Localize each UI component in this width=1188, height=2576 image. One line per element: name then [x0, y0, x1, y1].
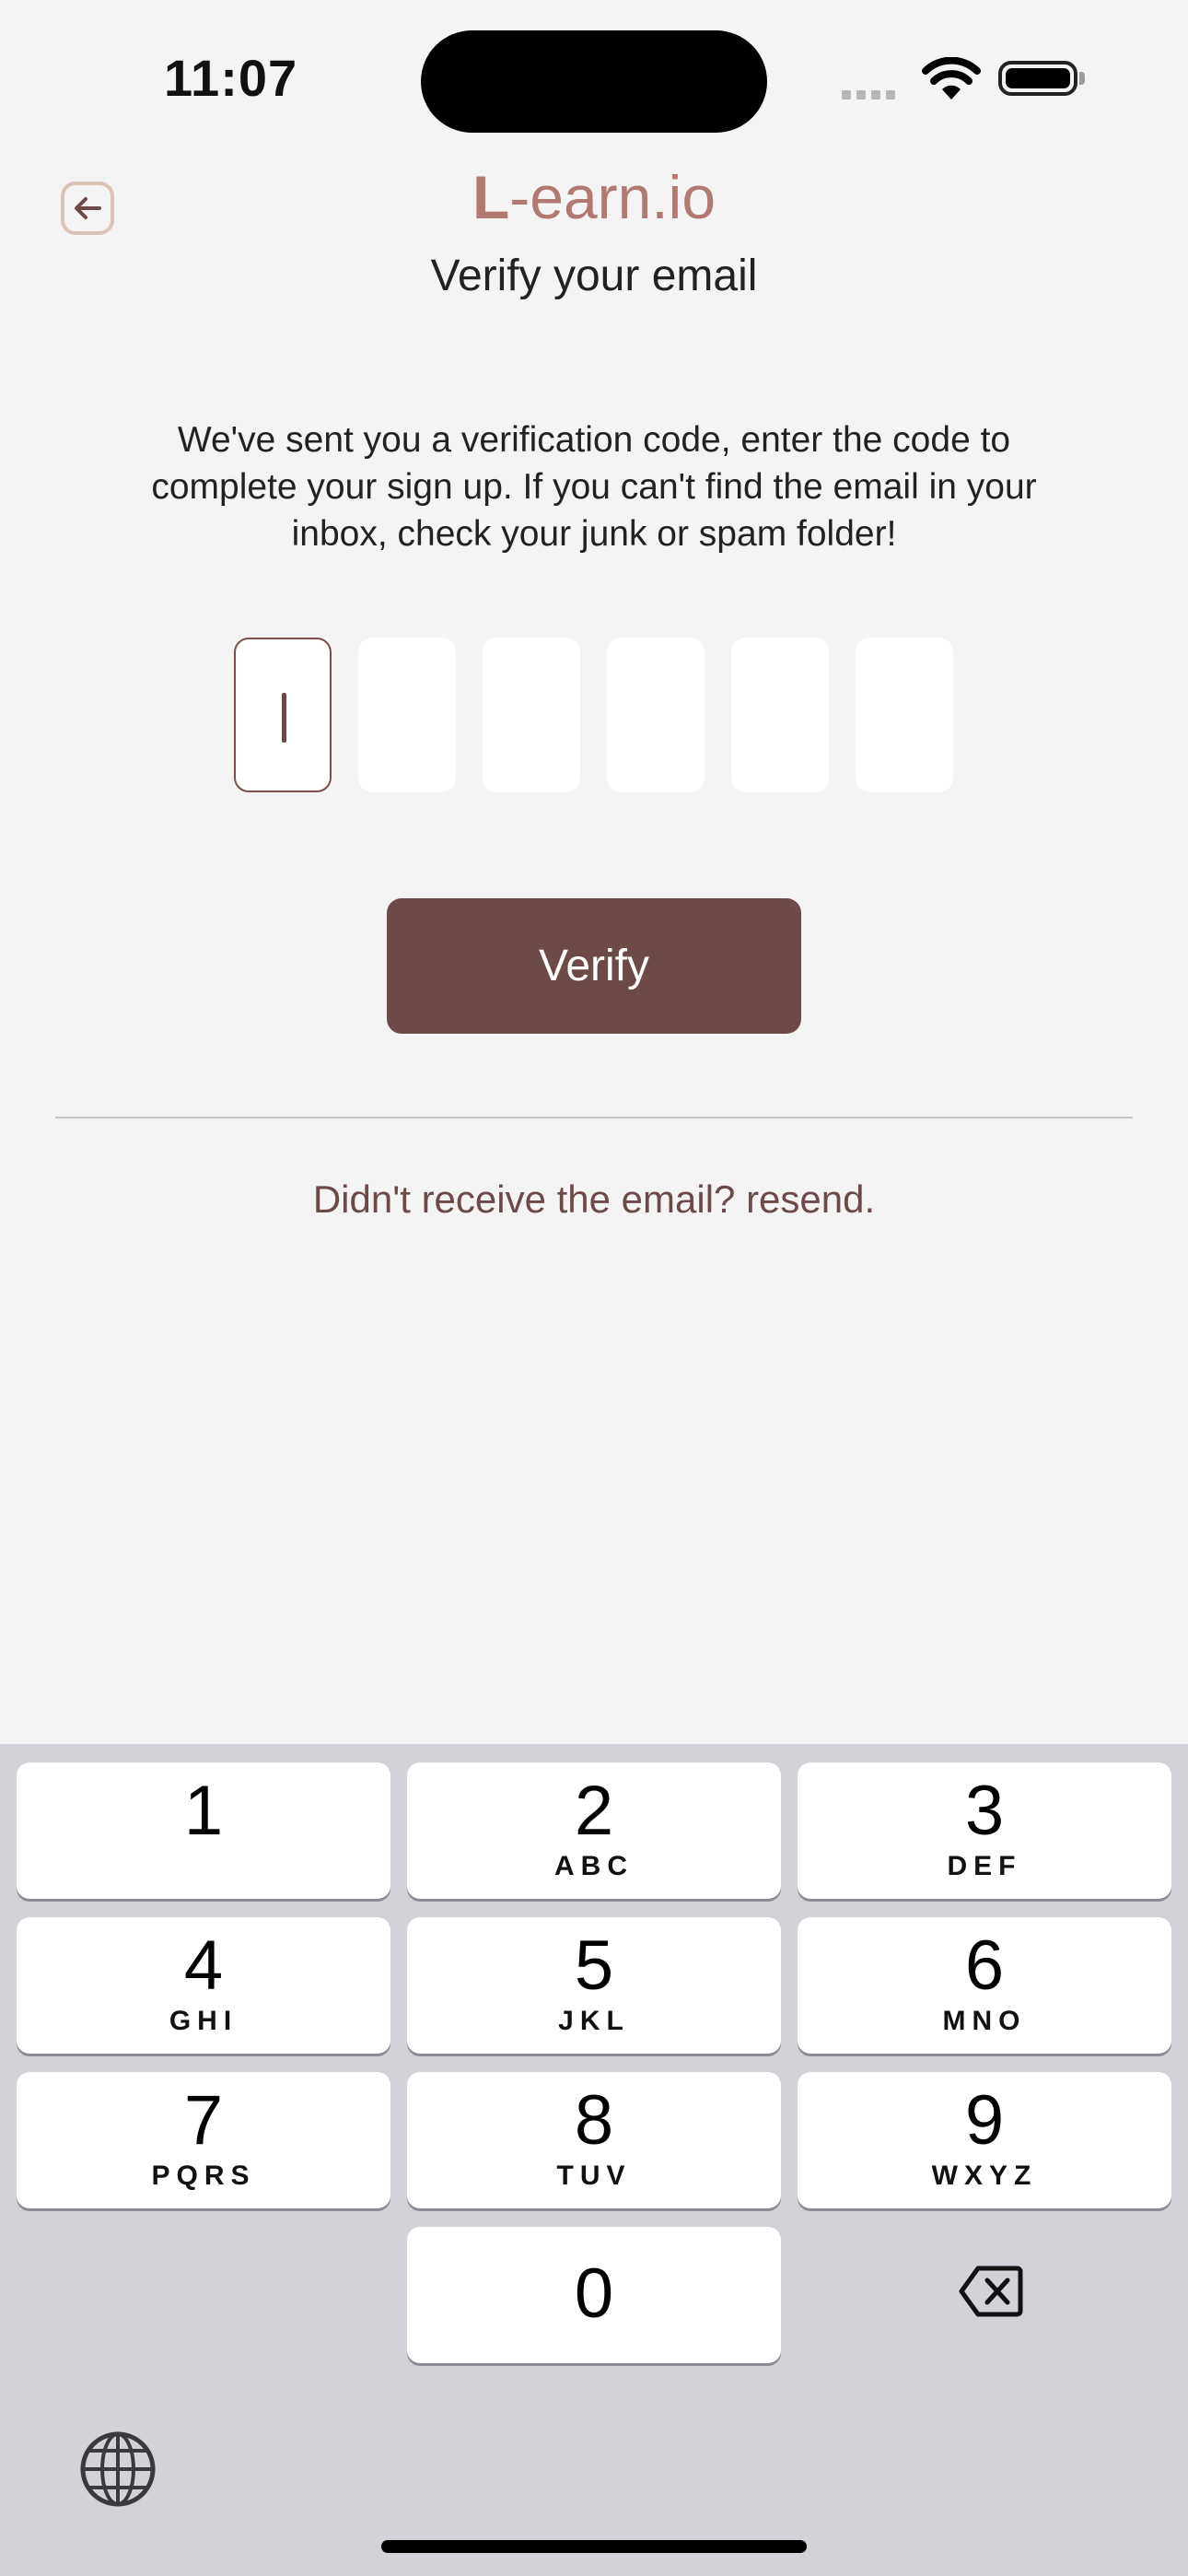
brand-suffix: -earn.io — [509, 163, 716, 231]
key-0[interactable]: 0 — [407, 2227, 781, 2363]
key-3[interactable]: 3 DEF — [798, 1762, 1171, 1899]
key-digit: 5 — [574, 1926, 614, 2005]
verify-button[interactable]: Verify — [387, 898, 801, 1034]
battery-icon — [998, 61, 1077, 96]
key-letters: GHI — [169, 2006, 239, 2036]
key-2[interactable]: 2 ABC — [407, 1762, 781, 1899]
key-1[interactable]: 1 — [17, 1762, 390, 1899]
key-digit: 6 — [964, 1926, 1005, 2005]
code-digit-6[interactable] — [856, 638, 953, 792]
key-letters: MNO — [942, 2006, 1027, 2036]
code-digit-3[interactable] — [483, 638, 580, 792]
page-title: Verify your email — [430, 252, 758, 300]
key-digit: 4 — [183, 1926, 224, 2005]
key-letters: ABC — [554, 1851, 634, 1881]
key-8[interactable]: 8 TUV — [407, 2072, 781, 2208]
backspace-key[interactable] — [958, 2265, 1024, 2323]
verification-message: We've sent you a verification code, ente… — [151, 420, 1037, 554]
key-7[interactable]: 7 PQRS — [17, 2072, 390, 2208]
wifi-icon — [921, 56, 982, 106]
key-5[interactable]: 5 JKL — [407, 1917, 781, 2054]
key-letters: DEF — [947, 1851, 1022, 1881]
key-digit: 7 — [183, 2081, 224, 2160]
key-6[interactable]: 6 MNO — [798, 1917, 1171, 2054]
key-digit: 9 — [964, 2081, 1005, 2160]
key-4[interactable]: 4 GHI — [17, 1917, 390, 2054]
code-digit-5[interactable] — [731, 638, 829, 792]
key-digit: 8 — [574, 2081, 614, 2160]
brand-prefix: L — [472, 163, 510, 231]
key-digit: 3 — [964, 1772, 1005, 1850]
globe-icon[interactable] — [79, 2430, 157, 2512]
battery-tip — [1079, 72, 1085, 85]
delete-icon — [959, 2266, 1023, 2317]
code-digit-1[interactable] — [234, 638, 332, 792]
key-digit: 0 — [574, 2254, 614, 2333]
resend-link[interactable]: Didn't receive the email? resend. — [0, 1177, 1188, 1222]
key-digit: 2 — [574, 1772, 614, 1850]
key-9[interactable]: 9 WXYZ — [798, 2072, 1171, 2208]
dynamic-island — [421, 30, 767, 133]
cellular-signal-icon — [842, 88, 901, 104]
key-letters: WXYZ — [931, 2160, 1038, 2191]
key-letters: JKL — [558, 2006, 630, 2036]
status-time: 11:07 — [164, 49, 298, 107]
key-letters: PQRS — [151, 2160, 256, 2191]
divider — [55, 1117, 1133, 1118]
brand-logo: L-earn.io — [0, 162, 1188, 232]
code-digit-2[interactable] — [358, 638, 456, 792]
code-digit-4[interactable] — [607, 638, 705, 792]
home-indicator — [381, 2540, 807, 2553]
key-digit: 1 — [183, 1772, 224, 1850]
text-caret — [282, 693, 286, 743]
key-letters: TUV — [556, 2160, 632, 2191]
